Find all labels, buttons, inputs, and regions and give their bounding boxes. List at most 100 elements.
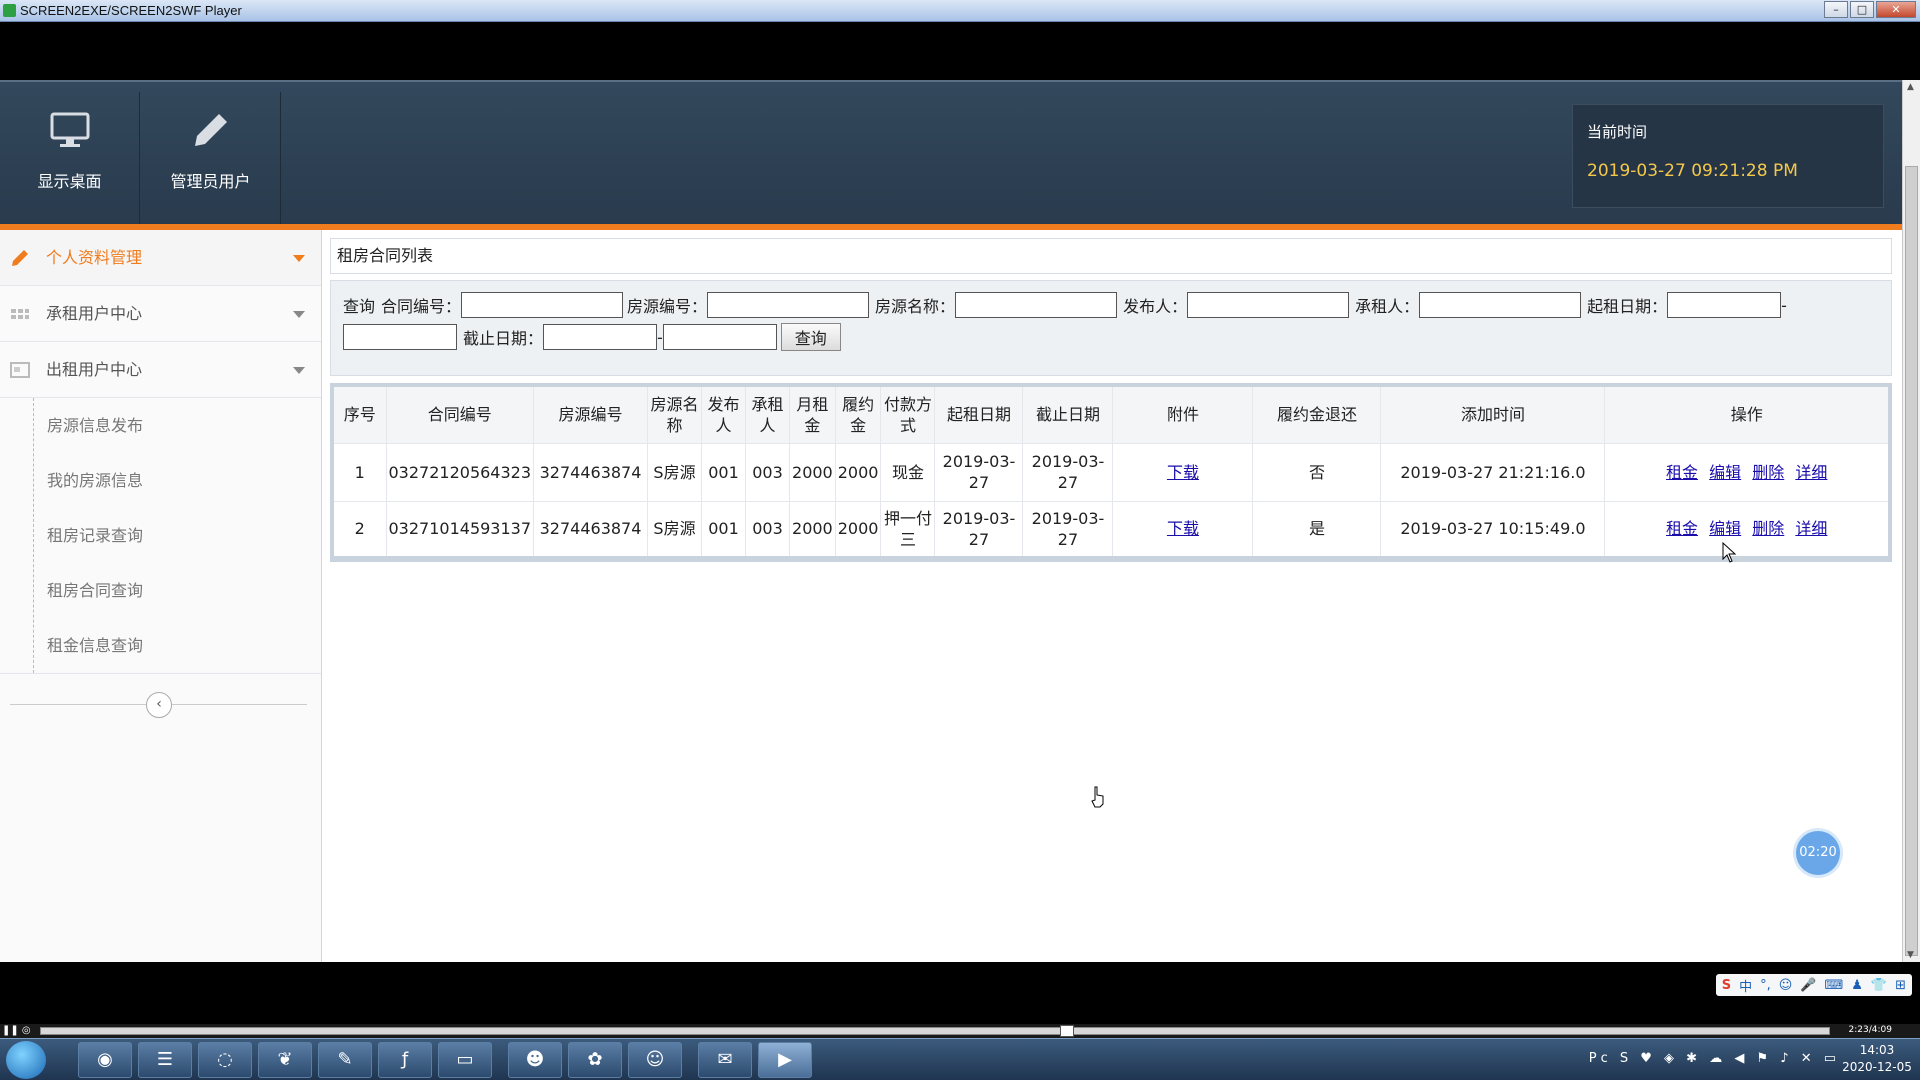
download-link[interactable]: 下载 [1167, 463, 1199, 482]
pencil-icon [12, 250, 28, 266]
contract-no-input[interactable] [461, 292, 624, 318]
notepad-icon[interactable]: ✎ [318, 1042, 372, 1078]
browser-icon[interactable]: ◌ [198, 1042, 252, 1078]
sidebar-collapse-row: ‹ [0, 673, 321, 733]
edit-link[interactable]: 编辑 [1709, 519, 1741, 538]
sidebar-item-my-houses[interactable]: 我的房源信息 [34, 453, 321, 508]
cell-contract: 03271014593137 [386, 501, 535, 560]
leaf-icon[interactable]: ❦ [258, 1042, 312, 1078]
col-header: 添加时间 [1380, 385, 1606, 444]
chevron-down-icon [293, 311, 305, 318]
end-date-to-input[interactable] [662, 324, 777, 350]
flash-icon[interactable]: ƒ [378, 1042, 432, 1078]
qq-icon[interactable]: ☻ [508, 1042, 562, 1078]
seek-bar[interactable] [40, 1027, 1830, 1035]
clock-date: 2020-12-05 [1842, 1060, 1912, 1074]
pencil-icon [194, 114, 227, 146]
cell-publisher: 001 [701, 443, 747, 502]
col-header: 付款方式 [880, 385, 936, 444]
download-link[interactable]: 下载 [1167, 519, 1199, 538]
sidebar-group-landlord[interactable]: 出租用户中心 [0, 342, 321, 398]
rent-link[interactable]: 租金 [1666, 519, 1698, 538]
cell-tenant: 003 [745, 501, 791, 560]
scroll-up-icon[interactable]: ▲ [1907, 82, 1914, 92]
taskbar-clock[interactable]: 14:03 2020-12-05 [1842, 1042, 1912, 1076]
current-time-label: 当前时间 [1587, 123, 1648, 141]
scroll-down-icon[interactable]: ▼ [1907, 950, 1914, 960]
delete-link[interactable]: 删除 [1752, 463, 1784, 482]
main-content: 租房合同列表 查询 合同编号： 房源编号： 房源名称： 发布人： 承租人： 起租… [330, 238, 1892, 962]
ime-item[interactable]: ⊞ [1895, 978, 1906, 993]
start-date-from-input[interactable] [1667, 292, 1782, 318]
ime-item[interactable]: 👕 [1871, 978, 1887, 993]
nav-admin-user[interactable]: 管理员用户 [141, 92, 281, 226]
sidebar-item-house-publish[interactable]: 房源信息发布 [34, 398, 321, 453]
page-title: 租房合同列表 [330, 238, 1892, 274]
close-button[interactable]: ✕ [1876, 1, 1916, 18]
ime-item[interactable]: 中 [1739, 976, 1752, 995]
collapse-sidebar-button[interactable]: ‹ [146, 692, 172, 718]
edit-link[interactable]: 编辑 [1709, 463, 1741, 482]
ime-item[interactable]: 🎤 [1800, 978, 1816, 993]
ime-item[interactable]: ♟ [1851, 978, 1863, 993]
sidebar-group-label: 个人资料管理 [46, 248, 143, 267]
end-date-from-input[interactable] [543, 324, 658, 350]
recorder-icon[interactable]: ▶ [758, 1042, 812, 1078]
ime-item[interactable]: ⌨ [1824, 978, 1843, 993]
scroll-thumb[interactable] [1905, 166, 1918, 956]
search-button[interactable]: 查询 [780, 323, 841, 351]
minimize-button[interactable]: – [1824, 1, 1848, 18]
maximize-button[interactable]: □ [1850, 1, 1874, 18]
sidebar-item-contracts[interactable]: 租房合同查询 [34, 563, 321, 618]
avatar-icon[interactable]: ☺ [628, 1042, 682, 1078]
detail-link[interactable]: 详细 [1795, 519, 1827, 538]
share-icon[interactable]: ✿ [568, 1042, 622, 1078]
col-header: 操作 [1604, 385, 1891, 444]
chevron-down-icon [293, 255, 305, 262]
cell-end: 2019-03-27 [1022, 501, 1114, 560]
search-row-1: 查询 合同编号： 房源编号： 房源名称： 发布人： 承租人： 起租日期： - [343, 291, 1787, 319]
search-row-2: 截止日期： - 查询 [343, 323, 841, 351]
sidebar-item-rent-info[interactable]: 租金信息查询 [34, 618, 321, 673]
sogou-icon: S [1721, 977, 1732, 993]
col-header: 房源编号 [533, 385, 649, 444]
col-header: 房源名称 [647, 385, 703, 444]
tenant-input[interactable] [1419, 292, 1582, 318]
cell-house: 3274463874 [533, 501, 649, 560]
nav-show-desktop[interactable]: 显示桌面 [0, 92, 140, 226]
house-name-input[interactable] [955, 292, 1118, 318]
sidebar-group-tenant[interactable]: 承租用户中心 [0, 286, 321, 342]
cell-added: 2019-03-27 10:15:49.0 [1380, 501, 1606, 560]
rent-link[interactable]: 租金 [1666, 463, 1698, 482]
search-form: 查询 合同编号： 房源编号： 房源名称： 发布人： 承租人： 起租日期： - 截… [330, 280, 1892, 376]
start-button[interactable] [6, 1041, 46, 1079]
publisher-input[interactable] [1187, 292, 1350, 318]
cell-refund: 是 [1252, 501, 1382, 560]
sidebar-item-rent-records[interactable]: 租房记录查询 [34, 508, 321, 563]
pause-button[interactable]: ❚❚ ◎ [2, 1025, 31, 1036]
wechat-icon[interactable]: ✉ [698, 1042, 752, 1078]
table-row: 2 03271014593137 3274463874 S房源 001 003 … [332, 501, 1891, 560]
delete-link[interactable]: 删除 [1752, 519, 1784, 538]
window-title: SCREEN2EXE/SCREEN2SWF Player [20, 3, 242, 18]
cell-name: S房源 [647, 443, 703, 502]
detail-link[interactable]: 详细 [1795, 463, 1827, 482]
col-header: 履约金 [835, 385, 882, 444]
terminal-icon[interactable]: ☰ [138, 1042, 192, 1078]
end-date-label: 截止日期： [463, 329, 544, 348]
window-icon [10, 362, 30, 378]
ime-toolbar: S 中 °, ☺ 🎤 ⌨ ♟ 👕 ⊞ [1715, 974, 1912, 996]
chrome-icon[interactable]: ◉ [78, 1042, 132, 1078]
cell-pay: 押一付三 [880, 501, 936, 560]
start-date-to-input[interactable] [343, 324, 457, 350]
seek-handle[interactable] [1060, 1025, 1074, 1037]
ime-item[interactable]: °, [1760, 978, 1771, 993]
cell-rent: 2000 [789, 443, 836, 502]
folder-icon[interactable]: ▭ [438, 1042, 492, 1078]
vertical-scrollbar[interactable]: ▲ ▼ [1902, 80, 1920, 962]
grid-icon [11, 309, 29, 319]
house-no-input[interactable] [707, 292, 870, 318]
ime-item[interactable]: ☺ [1779, 978, 1793, 993]
cell-start: 2019-03-27 [934, 501, 1024, 560]
sidebar-group-profile[interactable]: 个人资料管理 [0, 230, 321, 286]
